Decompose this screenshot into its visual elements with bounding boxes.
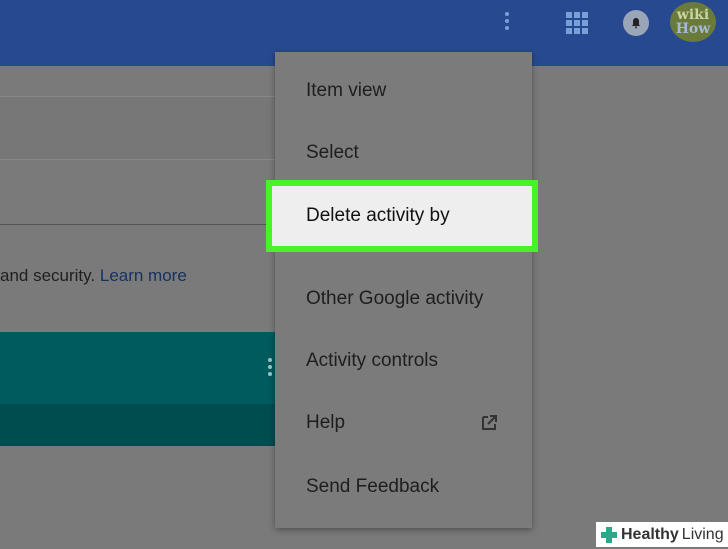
notifications-bell-icon[interactable]: [623, 10, 649, 36]
menu-item-send-feedback[interactable]: Send Feedback: [275, 456, 532, 518]
menu-item-help[interactable]: Help: [275, 392, 532, 454]
menu-item-label: Activity controls: [306, 350, 438, 371]
info-text: and security. Learn more: [0, 266, 187, 286]
menu-item-label: Select: [306, 142, 359, 163]
info-text-body: and security.: [0, 266, 96, 285]
menu-item-select[interactable]: Select: [275, 122, 532, 184]
open-in-new-icon: [480, 414, 498, 432]
menu-item-label: Help: [306, 412, 346, 433]
menu-item-item-view[interactable]: Item view: [275, 60, 532, 122]
highlight-frame: Delete activity by: [266, 180, 538, 252]
badge-text-living: Living: [681, 525, 724, 543]
healthy-living-badge: Healthy Living: [596, 522, 728, 547]
more-vert-icon[interactable]: [502, 12, 512, 34]
plus-cross-icon: [600, 526, 618, 544]
overflow-menu: Item view Select Other Google activity A…: [266, 52, 538, 528]
menu-item-label: Send Feedback: [306, 476, 440, 497]
menu-item-label: Other Google activity: [306, 288, 484, 309]
apps-grid-icon[interactable]: [566, 12, 588, 34]
menu-item-label: Item view: [306, 80, 387, 101]
menu-item-delete-activity-by[interactable]: Delete activity by: [272, 186, 532, 246]
learn-more-link[interactable]: Learn more: [100, 266, 187, 285]
avatar-text-1: wiki: [676, 7, 710, 23]
card-more-icon[interactable]: [268, 358, 274, 379]
menu-item-activity-controls[interactable]: Activity controls: [275, 330, 532, 392]
badge-text-healthy: Healthy: [621, 525, 679, 543]
avatar-text-2: How: [675, 21, 711, 37]
activity-card-header[interactable]: [0, 332, 276, 404]
menu-item-other-google-activity[interactable]: Other Google activity: [275, 268, 532, 330]
search-card: [0, 96, 316, 160]
activity-card-footer: [0, 404, 276, 446]
account-avatar[interactable]: wiki How: [670, 2, 716, 42]
menu-item-label: Delete activity by: [306, 205, 450, 226]
